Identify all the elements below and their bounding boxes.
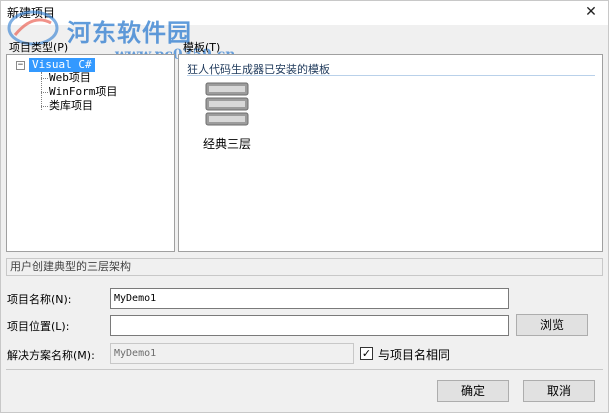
tree-line	[41, 106, 48, 107]
project-location-label: 项目位置(L):	[7, 320, 70, 333]
project-name-input[interactable]: MyDemo1	[110, 288, 509, 309]
title-bar[interactable]: 新建项目 ✕	[1, 1, 608, 25]
project-types-label: 项目类型(P)	[9, 41, 69, 54]
tree-line	[41, 78, 48, 79]
template-label: 经典三层	[202, 137, 251, 151]
templates-label: 模板(T)	[183, 41, 221, 54]
close-icon[interactable]: ✕	[582, 3, 600, 21]
project-location-input[interactable]	[110, 315, 509, 336]
collapse-icon[interactable]: −	[16, 61, 25, 70]
template-description: 用户创建典型的三层架构	[6, 258, 603, 276]
tree-item-winform[interactable]: WinForm项目	[49, 85, 117, 99]
tree-item-web[interactable]: Web项目	[49, 71, 91, 85]
template-item-three-tier[interactable]: 经典三层	[197, 79, 257, 155]
window-title: 新建项目	[7, 6, 56, 20]
tree-item-visual-csharp[interactable]: Visual C#	[29, 58, 95, 72]
ok-button[interactable]: 确定	[437, 380, 509, 402]
browse-button[interactable]: 浏览	[516, 314, 588, 336]
solution-name-label: 解决方案名称(M):	[7, 349, 95, 362]
cancel-button[interactable]: 取消	[523, 380, 595, 402]
template-list[interactable]: 狂人代码生成器已安装的模板 经典三层	[178, 54, 603, 252]
solution-name-input: MyDemo1	[110, 343, 354, 364]
project-name-label: 项目名称(N):	[7, 293, 72, 306]
footer-divider	[6, 369, 603, 370]
group-divider	[187, 75, 595, 76]
project-type-tree[interactable]: − Visual C# Web项目 WinForm项目 类库项目	[6, 54, 175, 252]
tree-line	[41, 92, 48, 93]
same-as-project-checkbox[interactable]: ✓	[360, 347, 373, 360]
tree-item-class-library[interactable]: 类库项目	[49, 99, 93, 113]
server-stack-icon	[205, 82, 249, 126]
new-project-dialog: 新建项目 ✕ 河东软件园 www.pc0359.cn 项目类型(P) 模板(T)…	[0, 0, 609, 413]
same-as-project-label[interactable]: 与项目名相同	[378, 346, 450, 363]
